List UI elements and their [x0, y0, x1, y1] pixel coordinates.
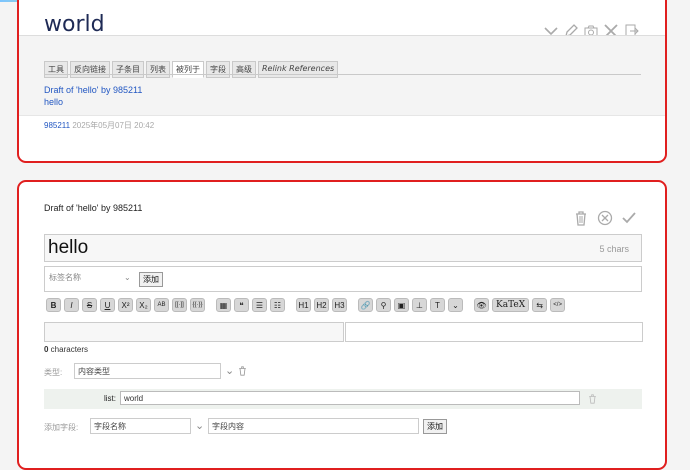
- draft-actions: [573, 210, 637, 226]
- draft-heading: Draft of 'hello' by 985211: [44, 203, 143, 213]
- tab-children[interactable]: 子条目: [112, 61, 144, 78]
- strikethrough-button[interactable]: S: [82, 298, 97, 312]
- heading3-button[interactable]: H3: [332, 298, 347, 312]
- title-input-value: hello: [48, 237, 89, 258]
- smallcaps-button[interactable]: AB: [154, 298, 169, 312]
- link-wiki-button[interactable]: [[·]]: [172, 298, 187, 312]
- body-editor[interactable]: [44, 322, 344, 342]
- field-value-input[interactable]: 字段内容: [208, 418, 419, 434]
- body-preview: [345, 322, 643, 342]
- katex-button[interactable]: KaTeX: [492, 298, 530, 312]
- field-name-placeholder: 字段名称: [94, 422, 126, 431]
- modified-date: 2025年05月07日 20:42: [72, 121, 155, 130]
- type-input[interactable]: 内容类型: [74, 363, 221, 379]
- draft-editor-card: Draft of 'hello' by 985211 hello 5 chars…: [17, 180, 667, 470]
- trash-icon[interactable]: [238, 366, 247, 376]
- tab-advanced[interactable]: 高级: [232, 61, 256, 78]
- info-tabs: 工具 反向链接 子条目 列表 被列于 字段 高级 Relink Referenc…: [44, 61, 339, 78]
- quote-button[interactable]: ❝: [234, 298, 249, 312]
- list-field-value: world: [124, 394, 144, 403]
- link-icon[interactable]: 🔗: [358, 298, 373, 312]
- delete-icon[interactable]: [573, 210, 589, 226]
- tiddler-title: world: [44, 12, 105, 37]
- divider: [19, 115, 665, 116]
- excise-icon[interactable]: ⚲: [376, 298, 391, 312]
- add-tag-button[interactable]: 添加: [139, 272, 163, 287]
- field-name-input[interactable]: 字段名称: [90, 418, 191, 434]
- tag-editor: 标签名称 ⌄ 添加: [44, 266, 642, 292]
- tab-backlinks[interactable]: 反向链接: [70, 61, 110, 78]
- type-placeholder: 内容类型: [78, 367, 110, 376]
- swap-icon[interactable]: ⇆: [532, 298, 548, 312]
- tab-underline: [44, 74, 641, 75]
- type-label: 类型:: [44, 368, 63, 377]
- list-field-input[interactable]: world: [120, 391, 580, 405]
- check-icon[interactable]: [621, 210, 637, 226]
- modified-info: 985211 2025年05月07日 20:42: [44, 120, 154, 131]
- preview-eye-icon[interactable]: 👁: [474, 298, 489, 312]
- tag-name-placeholder: 标签名称: [49, 273, 81, 282]
- tab-fields[interactable]: 字段: [206, 61, 230, 78]
- field-value-placeholder: 字段内容: [212, 422, 244, 431]
- tag-name-input[interactable]: 标签名称 ⌄: [49, 272, 131, 286]
- listed-link-draft[interactable]: Draft of 'hello' by 985211: [44, 85, 142, 95]
- editor-toolbar: B I S U X² X₂ AB [[·]] {{·}} ▦ ❝ ☰ ☷ H1 …: [46, 298, 566, 312]
- divider: [19, 35, 665, 36]
- tab-relink-references[interactable]: Relink References: [258, 61, 339, 78]
- modifier-link[interactable]: 985211: [44, 121, 70, 130]
- tab-list[interactable]: 列表: [146, 61, 170, 78]
- underline-button[interactable]: U: [100, 298, 115, 312]
- code-icon[interactable]: </>: [550, 298, 566, 312]
- image-icon[interactable]: ▣: [394, 298, 409, 312]
- bold-button[interactable]: B: [46, 298, 61, 312]
- bullet-list-button[interactable]: ☰: [252, 298, 267, 312]
- char-count: 5 chars: [599, 244, 629, 254]
- subscript-button[interactable]: X₂: [136, 298, 151, 312]
- add-field-label: 添加字段:: [44, 423, 79, 432]
- transclude-button[interactable]: {{·}}: [190, 298, 205, 312]
- heading1-button[interactable]: H1: [296, 298, 311, 312]
- field-row-list: list: world: [44, 389, 642, 409]
- list-field-label: list:: [104, 394, 116, 403]
- table-button[interactable]: ▦: [216, 298, 231, 312]
- tab-tools[interactable]: 工具: [44, 61, 68, 78]
- body-count-label: characters: [48, 345, 89, 354]
- text-size-icon[interactable]: T: [430, 298, 445, 312]
- tab-listed[interactable]: 被列于: [172, 61, 204, 78]
- cancel-icon[interactable]: [597, 210, 613, 226]
- add-field-button[interactable]: 添加: [423, 419, 447, 434]
- superscript-button[interactable]: X²: [118, 298, 133, 312]
- title-input[interactable]: hello 5 chars: [44, 234, 642, 262]
- heading2-button[interactable]: H2: [314, 298, 329, 312]
- stamp-icon[interactable]: ⊥: [412, 298, 427, 312]
- numbered-list-button[interactable]: ☷: [270, 298, 285, 312]
- chevron-down-icon[interactable]: ⌄: [124, 273, 139, 282]
- chevron-down-icon[interactable]: ⌄: [225, 364, 234, 377]
- listed-link-hello[interactable]: hello: [44, 97, 63, 107]
- chevron-down-icon[interactable]: ⌄: [195, 419, 204, 432]
- body-char-count: 0 characters: [44, 345, 88, 354]
- tiddler-card-world: world 工具 反向链接 子条目 列表 被列于 字段 高级 Relink Re…: [17, 0, 667, 163]
- trash-icon[interactable]: [588, 394, 597, 404]
- italic-button[interactable]: I: [64, 298, 79, 312]
- more-chevron-icon[interactable]: ⌄: [448, 298, 463, 312]
